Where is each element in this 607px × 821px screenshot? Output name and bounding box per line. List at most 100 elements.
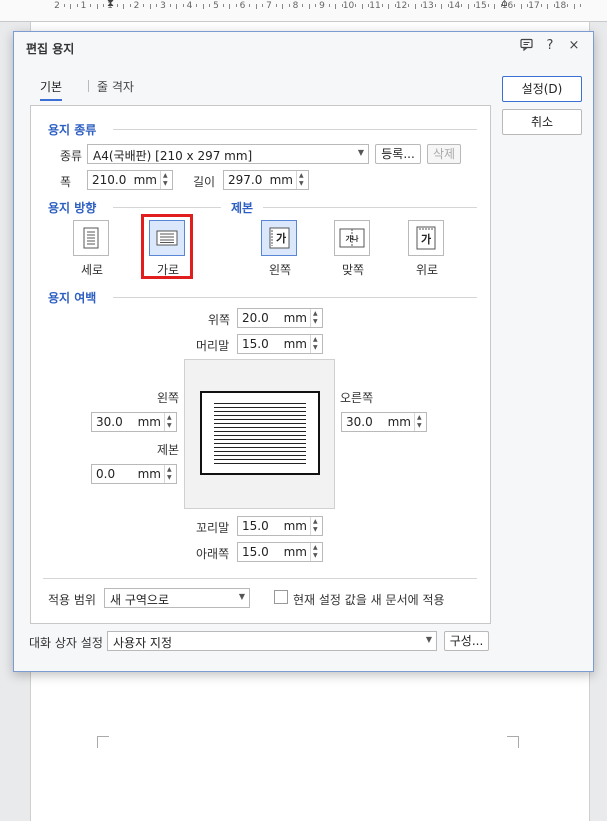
portrait-label: 세로: [81, 263, 104, 277]
ruler-tick: [169, 4, 171, 7]
ruler-number: 17: [528, 1, 540, 11]
tab-separator: [88, 80, 89, 92]
ruler-number: 11: [369, 1, 381, 11]
width-spin-buttons[interactable]: ▲ ▼: [160, 171, 172, 189]
dialog-settings-label: 대화 상자 설정: [29, 636, 103, 650]
ruler-tick: [441, 4, 443, 9]
horizontal-ruler: 2 1 1 2 3 4 5 6 7 8 9 10 11 12 13 14 15 16 17 18 ⧗ ⌂: [0, 0, 607, 22]
paper-type-select[interactable]: A4(국배판) [210 x 297 mm] ▼: [87, 144, 369, 164]
width-stepper[interactable]: 210.0 mm ▲ ▼: [87, 170, 173, 190]
binding-left-label: 왼쪽: [269, 263, 292, 277]
gutter-margin-spin-buttons[interactable]: ▲ ▼: [164, 465, 176, 483]
right-margin-label: 오른쪽: [340, 391, 374, 405]
tab-basic[interactable]: 기본: [40, 78, 63, 101]
dialog-titlebar[interactable]: 편집 용지 ? ×: [14, 32, 593, 62]
gutter-margin-stepper[interactable]: 0.0 mm ▲ ▼: [91, 464, 177, 484]
left-margin-spin-buttons[interactable]: ▲ ▼: [164, 413, 176, 431]
ruler-tick: [355, 4, 357, 7]
preview-page: [200, 391, 320, 475]
margin-preview: [184, 359, 335, 509]
binding-top-icon: 가: [416, 226, 436, 250]
gutter-margin-unit: mm: [137, 467, 161, 481]
section-divider: [113, 207, 221, 208]
section-divider: [263, 207, 477, 208]
top-margin-value: 20.0: [242, 311, 269, 325]
config-button[interactable]: 구성...: [444, 631, 489, 651]
height-value: 297.0: [228, 173, 263, 187]
paper-type-label: 종류: [60, 149, 83, 163]
footer-margin-spin-buttons[interactable]: ▲ ▼: [310, 517, 322, 535]
ruler-tick: [209, 4, 211, 7]
tab-line-grid[interactable]: 줄 격자: [97, 78, 134, 95]
top-margin-stepper[interactable]: 20.0 mm ▲ ▼: [237, 308, 323, 328]
close-icon[interactable]: ×: [566, 38, 582, 54]
left-indent-marker[interactable]: ⧗: [106, 0, 115, 16]
chevron-down-icon: ▼: [238, 592, 245, 601]
ruler-number: 10: [342, 1, 355, 11]
ruler-number: 6: [239, 1, 246, 11]
gutter-margin-value: 0.0: [96, 467, 116, 481]
ruler-tick: [487, 4, 489, 7]
ruler-number: 8: [292, 1, 299, 11]
ok-button[interactable]: 설정(D): [502, 76, 582, 102]
ruler-tick: [388, 4, 390, 9]
ruler-tick: [202, 4, 204, 9]
footer-margin-label: 꼬리말: [196, 521, 230, 535]
right-indent-marker[interactable]: ⌂: [500, 0, 509, 16]
portrait-page-icon: [83, 227, 99, 249]
header-margin-stepper[interactable]: 15.0 mm ▲ ▼: [237, 334, 323, 354]
ruler-tick: [275, 4, 277, 7]
ruler-tick: [514, 4, 516, 7]
ruler-tick: [315, 4, 317, 7]
header-margin-label: 머리말: [196, 339, 230, 353]
binding-left-option[interactable]: 가: [261, 220, 297, 256]
footer-margin-unit: mm: [283, 519, 307, 533]
top-margin-unit: mm: [283, 311, 307, 325]
right-margin-stepper[interactable]: 30.0 mm ▲ ▼: [341, 412, 427, 432]
ruler-tick: [567, 4, 569, 7]
ruler-number: 9: [319, 1, 325, 11]
right-margin-spin-buttons[interactable]: ▲ ▼: [414, 413, 426, 431]
help-icon[interactable]: ?: [542, 38, 558, 54]
left-margin-stepper[interactable]: 30.0 mm ▲ ▼: [91, 412, 177, 432]
right-margin-value: 30.0: [346, 415, 373, 429]
ruler-tick: [302, 4, 304, 7]
ruler-number: 2: [133, 1, 140, 11]
crop-mark-left: [97, 736, 109, 748]
bottom-margin-spin-buttons[interactable]: ▲ ▼: [310, 543, 322, 561]
dialog-settings-select[interactable]: 사용자 지정 ▼: [107, 631, 437, 651]
ruler-tick: [76, 4, 78, 7]
binding-left-icon: 가: [269, 227, 290, 249]
apply-range-select[interactable]: 새 구역으로 ▼: [104, 588, 250, 608]
apply-default-label: 현재 설정 값을 새 문서에 적용: [293, 593, 445, 607]
page-setup-dialog: 편집 용지 ? × 기본 줄 격자 설정(D) 취소 용지 종류 종류 A4(국…: [13, 31, 594, 672]
comment-icon[interactable]: [518, 38, 534, 54]
cancel-button[interactable]: 취소: [502, 109, 582, 135]
delete-button[interactable]: 삭제: [427, 144, 461, 164]
height-spin-buttons[interactable]: ▲ ▼: [296, 171, 308, 189]
register-button[interactable]: 등록...: [375, 144, 421, 164]
left-margin-value: 30.0: [96, 415, 123, 429]
ruler-tick: [282, 4, 284, 9]
binding-top-option[interactable]: 가: [408, 220, 444, 256]
binding-glyph: 가: [421, 232, 431, 246]
binding-facing-glyph: 가나: [346, 234, 359, 243]
footer-margin-stepper[interactable]: 15.0 mm ▲ ▼: [237, 516, 323, 536]
ruler-tick: [255, 4, 257, 9]
ruler-number: 12: [395, 1, 408, 11]
ruler-number: 5: [213, 1, 219, 11]
ruler-tick: [467, 4, 469, 9]
header-margin-spin-buttons[interactable]: ▲ ▼: [310, 335, 322, 353]
portrait-option[interactable]: [73, 220, 109, 256]
height-stepper[interactable]: 297.0 mm ▲ ▼: [223, 170, 309, 190]
binding-facing-option[interactable]: 가나: [334, 220, 370, 256]
ruler-tick: [249, 4, 251, 7]
apply-default-checkbox[interactable]: [274, 590, 288, 604]
top-margin-spin-buttons[interactable]: ▲ ▼: [310, 309, 322, 327]
width-unit: mm: [133, 173, 157, 187]
bottom-margin-value: 15.0: [242, 545, 269, 559]
ruler-number: 14: [448, 1, 461, 11]
basic-tab-panel: 용지 종류 종류 A4(국배판) [210 x 297 mm] ▼ 등록... …: [30, 105, 491, 624]
ruler-tick: [288, 4, 290, 7]
bottom-margin-stepper[interactable]: 15.0 mm ▲ ▼: [237, 542, 323, 562]
